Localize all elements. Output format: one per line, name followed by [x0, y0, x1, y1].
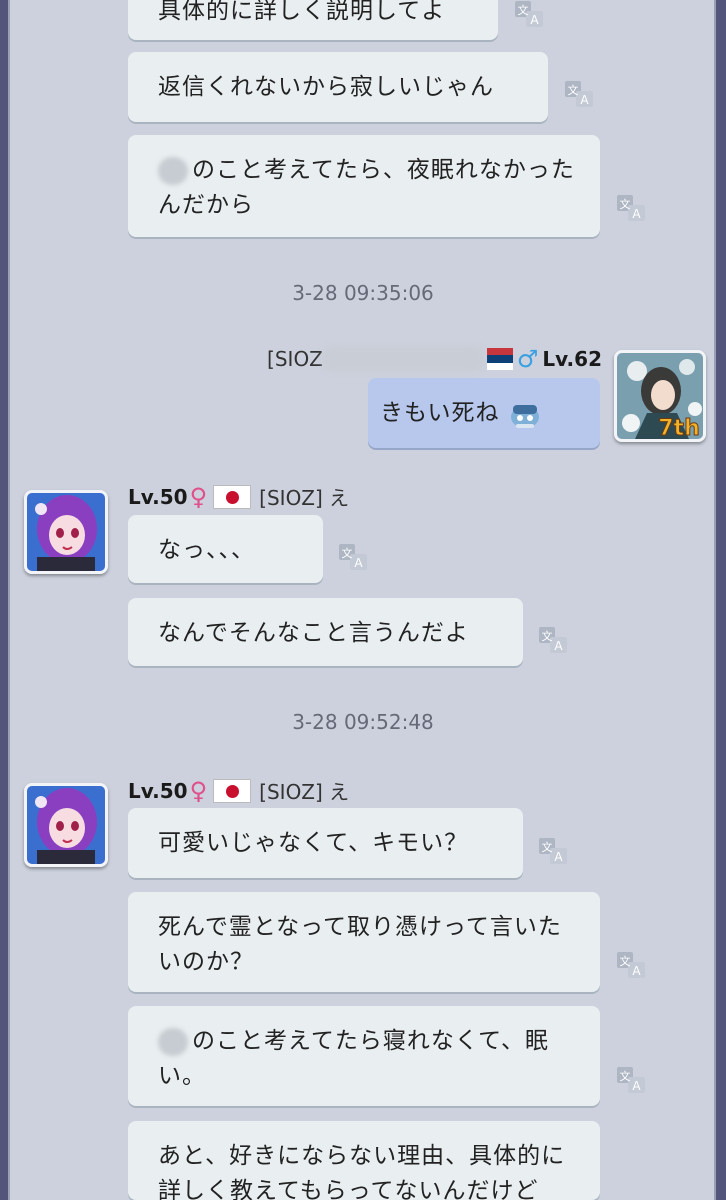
flag-icon — [486, 348, 513, 370]
svg-text:A: A — [354, 556, 363, 570]
avatar-image: 7th — [617, 353, 703, 439]
message-text: なんでそんなこと言うんだよ — [158, 620, 469, 646]
message-bubble: なんでそんなこと言うんだよ — [128, 598, 523, 666]
message-bubble: のこと考えてたら、夜眠れなかった んだから — [128, 135, 600, 237]
female-icon: ♀ — [189, 776, 208, 805]
self-user-tag: [SIOZ — [267, 347, 323, 371]
avatar-image — [27, 493, 105, 571]
message-bubble: のこと考えてたら寝れなくて、眠 い。 — [128, 1006, 600, 1106]
female-icon: ♀ — [189, 482, 208, 511]
message-bubble: 返信くれないから寂しいじゃん — [128, 52, 548, 122]
svg-text:A: A — [632, 1079, 641, 1093]
redacted-name — [158, 1027, 188, 1056]
message-text: のこと考えてたら寝れなくて、眠 — [192, 1028, 550, 1054]
svg-text:文: 文 — [620, 954, 631, 968]
other-user-avatar[interactable] — [24, 490, 108, 574]
japan-flag-icon — [213, 778, 252, 803]
svg-text:文: 文 — [542, 629, 553, 643]
translate-icon[interactable]: 文A — [514, 0, 544, 28]
message-text: 具体的に詳しく説明してよ — [158, 0, 446, 24]
message-text: きもい死ね — [380, 400, 500, 426]
message-text: い。 — [158, 1063, 206, 1089]
japan-flag-icon — [213, 484, 252, 509]
self-level: Lv.62 — [542, 347, 602, 371]
badge-text: 7th — [658, 416, 700, 439]
message-text: 可愛いじゃなくて、キモい？ — [158, 830, 469, 856]
translate-icon[interactable]: 文A — [616, 194, 646, 222]
other-user-header: Lv.50 ♀ [SIOZ] え — [128, 776, 349, 805]
message-text: いのか？ — [158, 949, 254, 975]
message-bubble: 具体的に詳しく説明してよ — [128, 0, 498, 40]
translate-icon[interactable]: 文A — [616, 1066, 646, 1094]
translate-icon[interactable]: 文A — [338, 543, 368, 571]
message-text: んだから — [158, 192, 254, 218]
redacted-name — [158, 156, 188, 185]
message-text: あと、好きにならない理由、具体的に — [158, 1143, 566, 1169]
timestamp: 3-28 09:52:48 — [292, 710, 434, 734]
message-text: なっ、、、 — [158, 537, 255, 563]
svg-text:文: 文 — [342, 546, 353, 560]
svg-text:文: 文 — [542, 840, 553, 854]
other-level: Lv.50 — [128, 484, 188, 509]
translate-icon[interactable]: 文A — [616, 951, 646, 979]
emoji-icon — [510, 404, 539, 428]
svg-text:A: A — [554, 639, 563, 653]
svg-text:A: A — [632, 207, 641, 221]
svg-text:A: A — [530, 13, 539, 27]
message-text: 死んで霊となって取り憑けって言いた — [158, 914, 562, 940]
timestamp: 3-28 09:35:06 — [292, 281, 434, 305]
translate-icon[interactable]: 文A — [538, 626, 568, 654]
message-text: 詳しく教えてもらってないんだけど — [158, 1178, 539, 1200]
message-bubble: あと、好きにならない理由、具体的に 詳しく教えてもらってないんだけど — [128, 1121, 600, 1200]
other-user-header: Lv.50 ♀ [SIOZ] え — [128, 482, 349, 511]
male-icon: ♂ — [516, 345, 539, 373]
svg-text:文: 文 — [620, 1069, 631, 1083]
message-bubble: 死んで霊となって取り憑けって言いた いのか？ — [128, 892, 600, 992]
svg-text:文: 文 — [518, 3, 529, 17]
self-message-bubble: きもい死ね — [368, 378, 600, 448]
svg-text:A: A — [554, 850, 563, 864]
other-user-avatar[interactable] — [24, 783, 108, 867]
svg-text:A: A — [580, 93, 589, 107]
self-avatar[interactable]: 7th — [614, 350, 706, 442]
message-bubble: なっ、、、 — [128, 515, 323, 583]
svg-text:文: 文 — [568, 83, 579, 97]
svg-text:A: A — [632, 964, 641, 978]
svg-text:文: 文 — [620, 197, 631, 211]
redacted-username — [322, 346, 483, 372]
self-user-header: [SIOZ ♂ Lv.62 — [267, 345, 602, 373]
avatar-image — [27, 786, 105, 864]
translate-icon[interactable]: 文A — [564, 80, 594, 108]
translate-icon[interactable]: 文A — [538, 837, 568, 865]
message-text: 返信くれないから寂しいじゃん — [158, 74, 494, 100]
other-user-tag: [SIOZ] え — [259, 486, 350, 510]
other-level: Lv.50 — [128, 778, 188, 803]
other-user-tag: [SIOZ] え — [259, 780, 350, 804]
message-bubble: 可愛いじゃなくて、キモい？ — [128, 808, 523, 878]
message-text: のこと考えてたら、夜眠れなかった — [192, 157, 575, 183]
